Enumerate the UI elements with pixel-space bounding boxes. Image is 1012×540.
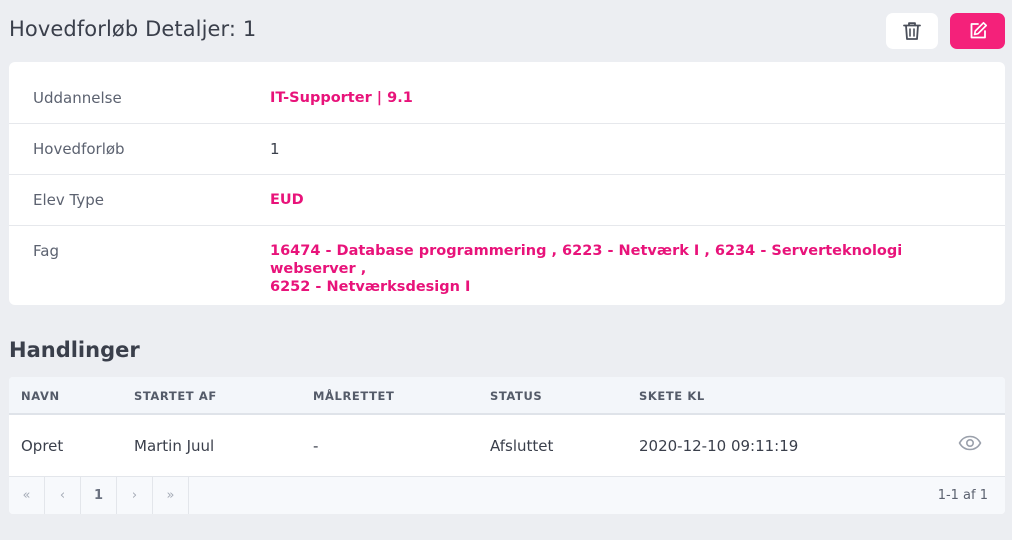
- edit-button[interactable]: [950, 13, 1005, 49]
- detail-row-elev-type: Elev Type EUD: [9, 175, 1005, 226]
- fag-line: 6252 - Netværksdesign I: [270, 279, 471, 295]
- delete-button[interactable]: [886, 13, 938, 49]
- detail-label: Elev Type: [33, 191, 104, 209]
- detail-value-hovedforloeb: 1: [270, 140, 280, 158]
- pagination: « ‹ 1 › » 1-1 af 1: [9, 477, 1005, 514]
- detail-label: Uddannelse: [33, 89, 122, 107]
- column-header-navn[interactable]: NAVN: [21, 389, 60, 403]
- edit-icon: [970, 21, 987, 39]
- cell-status: Afsluttet: [490, 437, 554, 455]
- detail-value-uddannelse[interactable]: IT-Supporter | 9.1: [270, 89, 970, 107]
- cell-navn: Opret: [21, 437, 64, 455]
- pagination-last-button[interactable]: »: [153, 477, 189, 514]
- actions-table: NAVN STARTET AF MÅLRETTET STATUS SKETE K…: [9, 377, 1005, 514]
- page: Hovedforløb Detaljer: 1 Uddannelse IT-Su…: [0, 0, 1012, 540]
- column-header-status[interactable]: STATUS: [490, 389, 542, 403]
- column-header-skete-kl[interactable]: SKETE KL: [639, 389, 705, 403]
- details-card: Uddannelse IT-Supporter | 9.1 Hovedforlø…: [9, 62, 1005, 305]
- table-row: Opret Martin Juul - Afsluttet 2020-12-10…: [9, 417, 1005, 477]
- pagination-page-button[interactable]: 1: [81, 477, 117, 514]
- cell-maalrettet: -: [313, 437, 319, 455]
- trash-icon: [903, 22, 921, 40]
- cell-skete-kl: 2020-12-10 09:11:19: [639, 437, 799, 455]
- pagination-first-button[interactable]: «: [9, 477, 45, 514]
- page-title: Hovedforløb Detaljer: 1: [9, 17, 257, 41]
- eye-icon[interactable]: [958, 435, 982, 451]
- column-header-maalrettet[interactable]: MÅLRETTET: [313, 389, 394, 403]
- pagination-info: 1-1 af 1: [937, 488, 988, 503]
- detail-row-uddannelse: Uddannelse IT-Supporter | 9.1: [9, 62, 1005, 124]
- column-header-startet-af[interactable]: STARTET AF: [134, 389, 217, 403]
- section-title-handlinger: Handlinger: [9, 338, 140, 362]
- detail-label: Hovedforløb: [33, 140, 125, 158]
- cell-startet-af: Martin Juul: [134, 437, 215, 455]
- detail-row-hovedforloeb: Hovedforløb 1: [9, 124, 1005, 175]
- table-header: NAVN STARTET AF MÅLRETTET STATUS SKETE K…: [9, 377, 1005, 415]
- fag-line: 16474 - Database programmering , 6223 - …: [270, 243, 903, 277]
- detail-label: Fag: [33, 242, 59, 260]
- pagination-next-button[interactable]: ›: [117, 477, 153, 514]
- detail-value-fag[interactable]: 16474 - Database programmering , 6223 - …: [270, 242, 970, 296]
- pagination-prev-button[interactable]: ‹: [45, 477, 81, 514]
- detail-row-fag: Fag 16474 - Database programmering , 622…: [9, 226, 1005, 305]
- detail-value-elev-type[interactable]: EUD: [270, 191, 970, 209]
